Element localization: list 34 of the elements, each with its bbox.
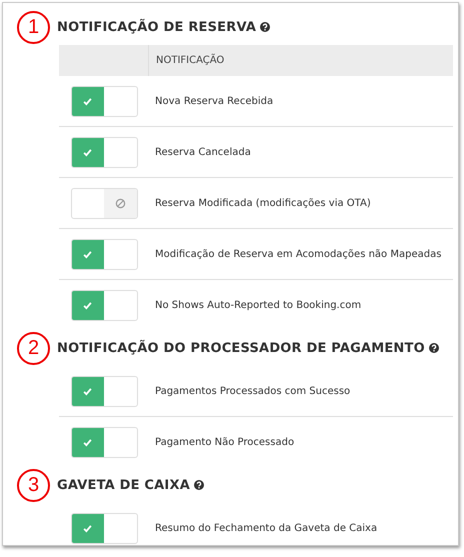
step-number: 1 [17, 10, 50, 44]
notification-label: Reserva Modificada (modificações via OTA) [154, 198, 371, 208]
check-icon [82, 438, 93, 446]
section-title: NOTIFICAÇÃO DE RESERVA [57, 20, 256, 34]
help-icon[interactable] [260, 22, 270, 32]
toggle-switch[interactable] [70, 290, 138, 320]
notification-label: Pagamentos Processados com Sucesso [154, 386, 350, 396]
toggle-switch[interactable] [70, 512, 138, 544]
check-icon [82, 524, 93, 532]
step-number: 3 [17, 468, 50, 502]
check-icon [82, 148, 93, 156]
notification-label: Pagamento Não Processado [154, 436, 294, 448]
notification-label: Resumo do Fechamento da Gaveta de Caixa [154, 522, 378, 534]
toggle-switch[interactable] [70, 376, 138, 406]
disabled-icon [114, 198, 126, 208]
help-icon[interactable] [428, 343, 439, 353]
notification-label: Reserva Cancelada [154, 146, 251, 158]
check-icon [82, 96, 93, 106]
step-number: 2 [17, 332, 50, 364]
notification-label: Nova Reserva Recebida [154, 96, 274, 106]
check-icon [82, 300, 93, 310]
check-icon [82, 386, 93, 396]
check-icon [82, 250, 93, 258]
toggle-switch[interactable] [70, 426, 138, 458]
help-icon[interactable] [194, 480, 204, 490]
toggle-switch[interactable] [70, 188, 138, 218]
toggle-switch[interactable] [70, 238, 138, 270]
toggle-switch[interactable] [70, 86, 138, 116]
notification-label: No Shows Auto-Reported to Booking.com [154, 300, 362, 310]
notification-label: Modificação de Reserva em Acomodações não Mapeadas [154, 248, 442, 260]
column-header: NOTIFICAÇÃO [155, 55, 224, 66]
toggle-switch[interactable] [70, 136, 138, 168]
section-title: NOTIFICAÇÃO DO PROCESSADOR DE PAGAMENTO [57, 340, 425, 356]
section-title: GAVETA DE CAIXA [57, 478, 190, 492]
